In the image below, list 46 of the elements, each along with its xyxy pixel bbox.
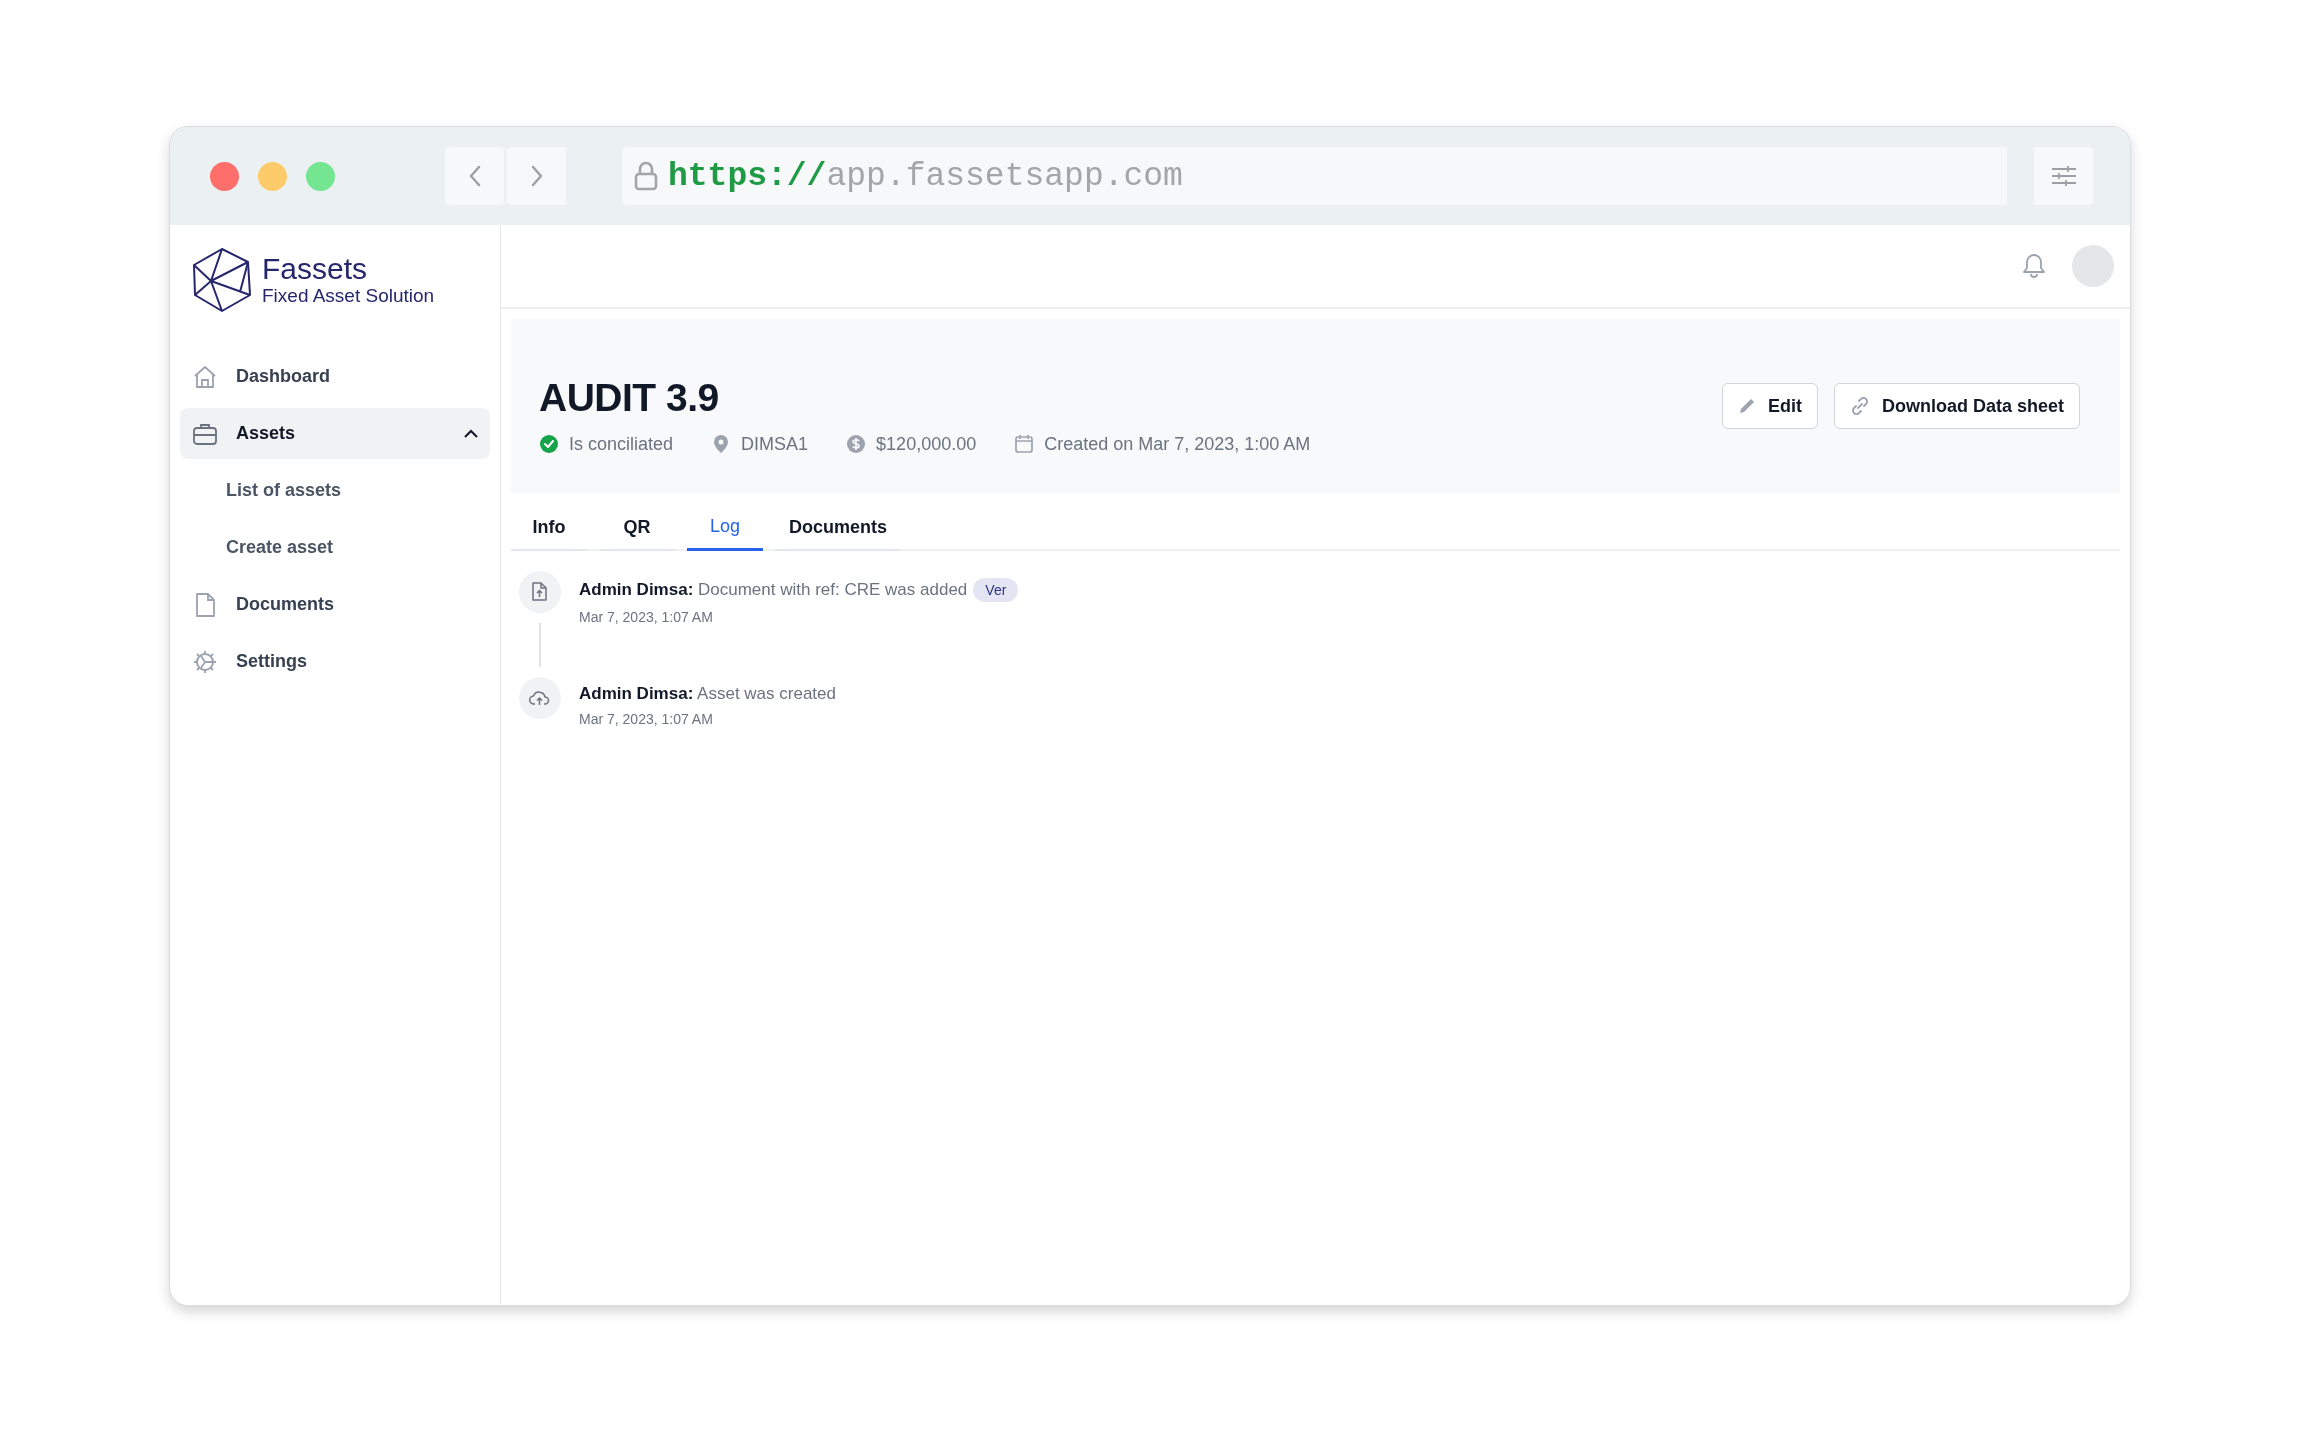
minimize-dot[interactable] (258, 161, 287, 191)
gear-icon (192, 648, 218, 675)
logo-text: Fassets (262, 253, 369, 285)
chevron-right-icon (529, 165, 544, 187)
forward-button[interactable] (507, 147, 566, 205)
sliders-icon (2050, 165, 2077, 187)
pencil-icon (1737, 397, 1756, 415)
tab[interactable]: Documents (775, 493, 901, 551)
tab[interactable]: Info (511, 493, 587, 551)
log-message: Admin Dimsa: Asset was created (579, 684, 836, 704)
link-icon (1849, 396, 1870, 416)
chevron-up-icon (464, 429, 478, 438)
avatar[interactable] (2072, 245, 2114, 287)
log-message: Admin Dimsa: Document with ref: CRE was added (579, 580, 968, 600)
chevron-left-icon (467, 165, 482, 187)
dollar-coin-icon (846, 434, 867, 454)
meta-text: Is conciliated (569, 433, 674, 455)
house-icon (192, 363, 218, 390)
maximize-dot[interactable] (306, 161, 335, 191)
log-timestamp: Mar 7, 2023, 1:07 AM (579, 609, 714, 625)
bell-icon[interactable] (2022, 253, 2046, 279)
settings-button[interactable] (2034, 147, 2093, 205)
nav-subitem[interactable]: Create asset (180, 522, 490, 573)
logo-tagline: Fixed Asset Solution (262, 285, 435, 307)
tab[interactable]: QR (599, 493, 675, 551)
meta-text: DIMSA1 (741, 433, 809, 455)
logo-icon (192, 247, 254, 313)
log-timestamp: Mar 7, 2023, 1:07 AM (579, 711, 714, 727)
edit-button[interactable]: Edit (1721, 383, 1818, 429)
close-dot[interactable] (210, 161, 239, 191)
asset-title: AUDIT 3.9 (539, 375, 720, 420)
version-link[interactable]: Ver (973, 578, 1019, 602)
check-circle-icon (539, 434, 559, 454)
meta-text: Created on Mar 7, 2023, 1:00 AM (1044, 433, 1311, 455)
url-text: https://app.fassetsapp.com (668, 157, 1183, 195)
nav-item[interactable]: Assets (180, 408, 490, 459)
calendar-icon (1014, 434, 1035, 454)
nav-item[interactable]: Dashboard (180, 351, 490, 402)
lock-icon (634, 161, 658, 191)
nav-item[interactable]: Documents (180, 579, 490, 630)
meta-text: $120,000.00 (876, 433, 977, 455)
back-button[interactable] (445, 147, 504, 205)
nav-subitem[interactable]: List of assets (180, 465, 490, 516)
nav-item[interactable]: Settings (180, 636, 490, 687)
download-button[interactable]: Download Data sheet (1833, 383, 2080, 429)
tab[interactable]: Log (687, 493, 763, 551)
